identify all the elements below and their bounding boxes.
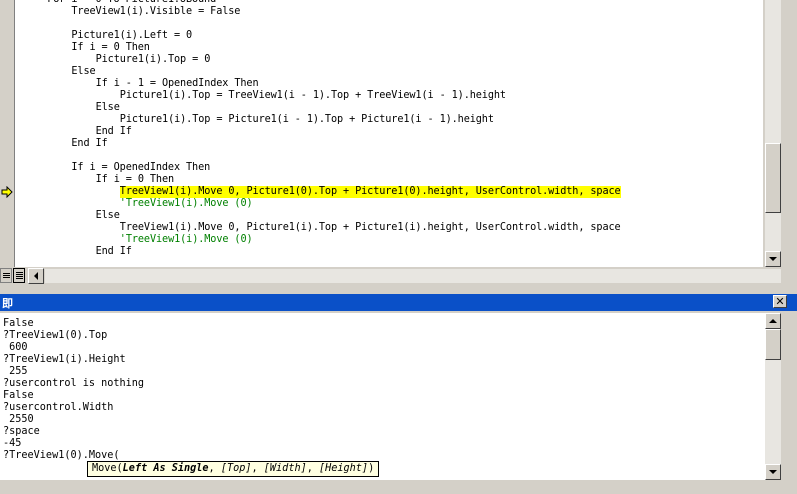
code-line[interactable]: Else	[71, 66, 95, 78]
immediate-line[interactable]: ?usercontrol.Width	[3, 402, 113, 414]
code-window: For i = 0 To Picture1.UBoundTreeView1(i)…	[0, 0, 797, 285]
code-line[interactable]: End If	[71, 138, 107, 150]
code-line[interactable]: If i = 0 Then	[96, 174, 175, 186]
code-line[interactable]: TreeView1(i).Visible = False	[71, 6, 240, 18]
code-line[interactable]: Picture1(i).Top = TreeView1(i - 1).Top +…	[120, 90, 506, 102]
immediate-scroll-up-button[interactable]	[765, 313, 781, 329]
immediate-line[interactable]: False	[3, 318, 34, 330]
immediate-line[interactable]: -45	[3, 438, 21, 450]
code-bottom-strip	[0, 267, 781, 285]
immediate-line[interactable]: ?usercontrol is nothing	[3, 378, 144, 390]
tooltip-sep: ,	[208, 463, 221, 474]
code-line[interactable]: Picture1(i).Top = 0	[96, 54, 211, 66]
code-scroll-down-button[interactable]	[765, 251, 781, 267]
code-line[interactable]: Else	[96, 210, 120, 222]
immediate-vertical-scrollbar[interactable]	[765, 313, 781, 480]
code-line[interactable]: If i - 1 = OpenedIndex Then	[96, 78, 259, 90]
current-statement-arrow-icon	[1, 186, 13, 198]
immediate-line[interactable]: 2550	[3, 414, 34, 426]
current-statement-line[interactable]: TreeView1(i).Move 0, Picture1(0).Top + P…	[119, 186, 621, 198]
code-vertical-scrollbar[interactable]	[765, 0, 781, 267]
chevron-left-icon	[34, 272, 38, 280]
tooltip-method: Move(	[92, 463, 123, 474]
code-line[interactable]: Picture1(i).Left = 0	[71, 30, 192, 42]
code-line[interactable]: TreeView1(i).Move 0, Picture1(i).Top + P…	[120, 222, 621, 234]
code-horizontal-scrollbar[interactable]	[45, 269, 781, 283]
code-line[interactable]: End If	[96, 126, 132, 138]
code-scroll-thumb[interactable]	[765, 143, 781, 213]
tooltip-current-param: Left As Single	[122, 463, 209, 474]
code-line[interactable]: End If	[96, 246, 132, 258]
tooltip-sep: ,	[306, 463, 319, 474]
immediate-line[interactable]: 600	[3, 342, 27, 354]
immediate-line[interactable]: 255	[3, 366, 27, 378]
full-module-view-button[interactable]	[13, 268, 25, 283]
tooltip-close-paren: )	[368, 463, 375, 474]
code-margin[interactable]	[0, 0, 15, 267]
close-button[interactable]: ✕	[773, 295, 787, 308]
comment-line[interactable]: 'TreeView1(i).Move (0)	[120, 234, 253, 246]
immediate-line[interactable]: ?TreeView1(i).Height	[3, 354, 126, 366]
immediate-scroll-thumb[interactable]	[765, 329, 781, 360]
immediate-bottom-strip	[0, 480, 765, 494]
immediate-scroll-down-button[interactable]	[765, 464, 781, 480]
code-line[interactable]: Picture1(i).Top = Picture1(i - 1).Top + …	[120, 114, 494, 126]
chevron-up-icon	[769, 319, 777, 323]
tooltip-sep: ,	[251, 463, 264, 474]
code-scroll-left-button[interactable]	[28, 268, 44, 284]
immediate-window-titlebar[interactable]: 即 ✕	[0, 294, 797, 311]
chevron-down-icon	[769, 257, 777, 261]
close-icon: ✕	[775, 294, 785, 308]
code-editor[interactable]: For i = 0 To Picture1.UBoundTreeView1(i)…	[15, 0, 763, 267]
immediate-line[interactable]: ?TreeView1(0).Top	[3, 330, 107, 342]
code-line[interactable]: If i = OpenedIndex Then	[71, 162, 210, 174]
tooltip-param-height: [Height]	[319, 463, 369, 474]
procedure-view-button[interactable]	[0, 268, 12, 283]
immediate-line[interactable]: ?space	[3, 426, 40, 438]
code-line[interactable]: If i = 0 Then	[71, 42, 150, 54]
code-line[interactable]: Else	[96, 102, 120, 114]
tooltip-param-top: [Top]	[220, 463, 252, 474]
parameter-info-tooltip: Move(Left As Single, [Top], [Width], [He…	[87, 461, 380, 477]
tooltip-param-width: [Width]	[263, 463, 307, 474]
chevron-down-icon	[769, 470, 777, 474]
immediate-line[interactable]: False	[3, 390, 34, 402]
immediate-window[interactable]: False ?TreeView1(0).Top 600 ?TreeView1(i).…	[0, 313, 765, 480]
comment-line[interactable]: 'TreeView1(i).Move (0)	[120, 198, 253, 210]
immediate-window-title: 即	[2, 297, 13, 310]
